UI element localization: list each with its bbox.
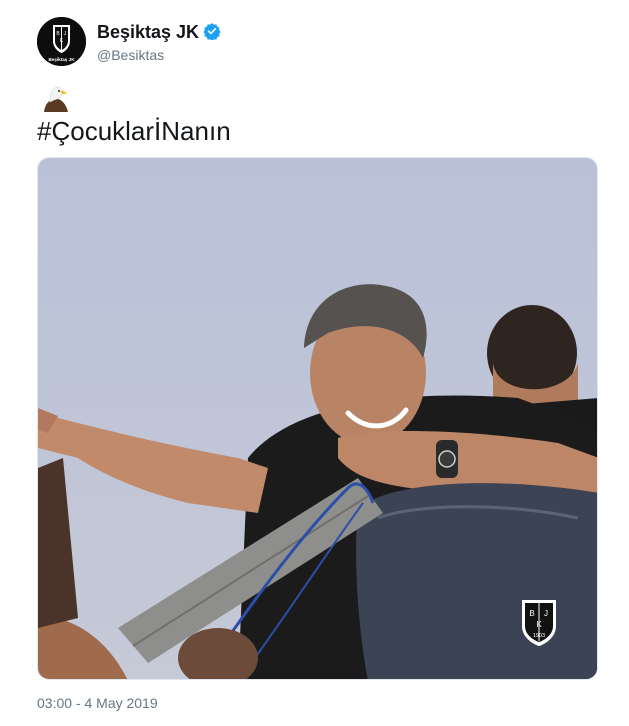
tweet-hashtag[interactable]: #ÇocuklarİNanın: [37, 116, 231, 146]
avatar-caption: Beşiktaş JK: [48, 57, 75, 62]
avatar[interactable]: B J K Beşiktaş JK: [37, 17, 86, 66]
author-handle[interactable]: @Besiktas: [97, 47, 164, 63]
tweet-media-photo[interactable]: B J K 1903: [37, 157, 598, 680]
eagle-icon: [44, 86, 68, 112]
photo-illustration: B J K 1903: [38, 158, 597, 679]
verified-badge-icon: [203, 23, 221, 40]
crest-year: 1903: [533, 633, 545, 639]
tweet-card: B J K Beşiktaş JK Beşiktaş JK @Besiktas …: [0, 0, 629, 726]
crest-letter: K: [536, 620, 542, 629]
author-display-name[interactable]: Beşiktaş JK: [97, 22, 199, 42]
crest-letter: B: [529, 609, 534, 618]
besiktas-crest-icon: B J K Beşiktaş JK: [37, 17, 86, 66]
tweet-timestamp[interactable]: 03:00 - 4 May 2019: [37, 695, 158, 711]
crest-letter: J: [544, 609, 548, 618]
